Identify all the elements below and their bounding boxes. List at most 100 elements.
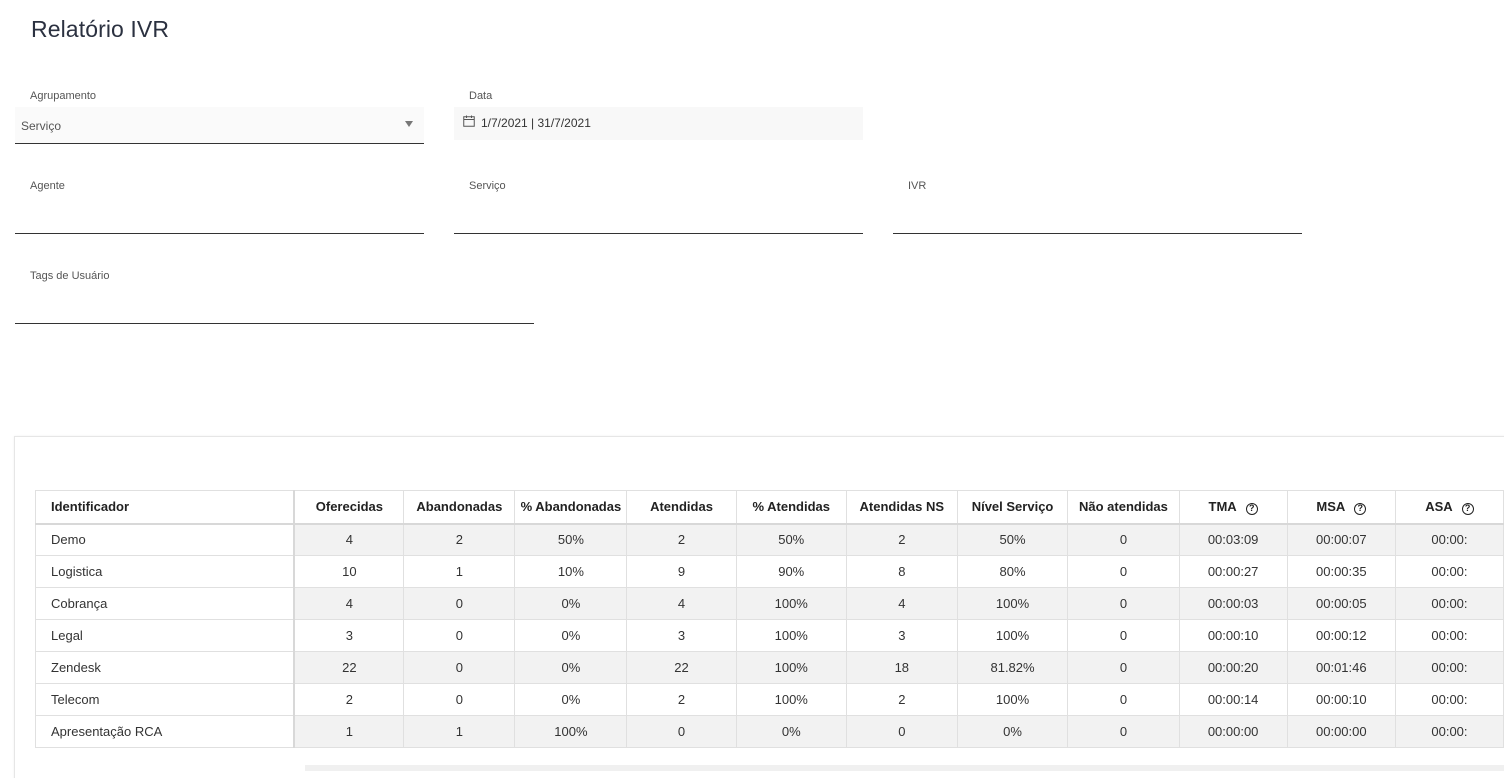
agrupamento-value: Serviço [21,119,62,133]
table-row[interactable]: Telecom 2 0 0% 2 100% 2 100% 0 00:00:14 00:00:10 00… [35,683,1504,716]
row-identificador: Logistica [35,555,296,588]
table-cell: 0 [1067,619,1180,652]
col-pct-abandonadas[interactable]: % Abandonadas [514,490,628,525]
servico-field[interactable]: Serviço [454,178,863,234]
tags-usuario-field[interactable]: Tags de Usuário [15,268,534,324]
table-cell: 00:00:00 [1286,715,1396,748]
table-cell: 4 [626,587,737,620]
table-cell: 0% [735,715,847,748]
help-icon[interactable]: ? [1354,502,1367,515]
table-cell: 18 [845,651,958,684]
table-cell: 0 [1067,715,1180,748]
table-cell: 00:00: [1394,683,1504,716]
table-cell: 2 [626,683,737,716]
table-row[interactable]: Logistica 10 1 10% 9 90% 8 80% 0 00:00:27 00:00:35… [35,555,1504,588]
table-cell: 0 [1067,683,1180,716]
table-cell: 0 [403,683,516,716]
table-cell: 00:00:14 [1178,683,1288,716]
table-cell: 3 [293,619,405,652]
agrupamento-select[interactable]: Agrupamento Serviço [15,88,424,144]
agrupamento-label: Agrupamento [30,90,97,102]
help-icon[interactable]: ? [1245,502,1258,515]
table-cell: 1 [293,715,405,748]
row-identificador: Cobrança [35,587,296,620]
table-cell: 00:00:10 [1178,619,1288,652]
table-cell: 1 [403,555,516,588]
table-cell: 8 [845,555,958,588]
col-msa-label: MSA [1316,498,1346,514]
row-identificador: Apresentação RCA [35,715,296,748]
table-cell: 0% [514,683,628,716]
table-cell: 0 [403,619,516,652]
table-cell: 00:00: [1394,715,1504,748]
page-title: Relatório IVR [31,16,170,42]
table-cell: 0% [514,651,628,684]
table-cell: 00:03:09 [1178,523,1288,556]
col-oferecidas[interactable]: Oferecidas [293,490,405,525]
table-cell: 00:00: [1394,651,1504,684]
chevron-down-icon[interactable] [405,121,413,127]
agente-field[interactable]: Agente [15,178,424,234]
table-cell: 9 [626,555,737,588]
help-icon[interactable]: ? [1461,502,1474,515]
col-nao-atendidas[interactable]: Não atendidas [1067,490,1180,525]
col-identificador[interactable]: Identificador [35,490,296,525]
row-identificador: Demo [35,523,296,556]
table-cell: 100% [735,683,847,716]
table-cell: 00:00:27 [1178,555,1288,588]
ivr-field[interactable]: IVR [893,178,1302,234]
col-pct-atendidas[interactable]: % Atendidas [735,490,847,525]
col-asa[interactable]: ASA? [1394,490,1504,525]
col-tma-label: TMA [1208,498,1237,514]
table-cell: 00:00: [1394,619,1504,652]
col-abandonadas[interactable]: Abandonadas [403,490,516,525]
table-cell: 00:00:07 [1286,523,1396,556]
table-cell: 0% [514,619,628,652]
table-cell: 0 [403,651,516,684]
row-identificador: Legal [35,619,296,652]
table-cell: 0 [1067,555,1180,588]
table-cell: 0 [1067,651,1180,684]
table-cell: 10 [293,555,405,588]
table-cell: 00:00:05 [1286,587,1396,620]
date-range-picker[interactable]: Data 1/7/2021 | 31/7/2021 [454,88,863,140]
col-atendidas-ns[interactable]: Atendidas NS [845,490,958,525]
calendar-icon [463,115,475,127]
table-cell: 4 [293,523,405,556]
table-cell: 2 [293,683,405,716]
table-cell: 0% [514,587,628,620]
ivr-report-table: Identificador Oferecidas Abandonadas % A… [35,490,1504,748]
table-cell: 3 [845,619,958,652]
tags-usuario-label: Tags de Usuário [30,270,110,282]
col-nivel-servico[interactable]: Nível Serviço [956,490,1069,525]
col-atendidas[interactable]: Atendidas [626,490,737,525]
table-cell: 100% [514,715,628,748]
table-row[interactable]: Zendesk 22 0 0% 22 100% 18 81.82% 0 00:00:20 00:01… [35,651,1504,684]
table-cell: 81.82% [956,651,1069,684]
table-cell: 4 [293,587,405,620]
horizontal-scrollbar[interactable] [305,765,1504,771]
table-row[interactable]: Apresentação RCA 1 1 100% 0 0% 0 0% 0 00:00:00 00:… [35,715,1504,748]
table-cell: 00:00: [1394,587,1504,620]
table-cell: 80% [956,555,1069,588]
table-cell: 22 [626,651,737,684]
row-identificador: Telecom [35,683,296,716]
row-identificador: Zendesk [35,651,296,684]
table-cell: 2 [626,523,737,556]
table-row[interactable]: Demo 4 2 50% 2 50% 2 50% 0 00:03:09 00:00:07 00:00: [35,523,1504,556]
col-tma[interactable]: TMA? [1178,490,1288,525]
table-cell: 00:00:35 [1286,555,1396,588]
ivr-label: IVR [908,180,927,192]
table-cell: 100% [956,587,1069,620]
table-cell: 50% [956,523,1069,556]
date-range-value: 1/7/2021 | 31/7/2021 [481,116,591,130]
table-body: Demo 4 2 50% 2 50% 2 50% 0 00:03:09 00:00:07 00:00:… [35,523,1504,748]
col-msa[interactable]: MSA? [1286,490,1396,525]
table-cell: 00:00: [1394,555,1504,588]
table-row[interactable]: Legal 3 0 0% 3 100% 3 100% 0 00:00:10 00:00:12 00:0… [35,619,1504,652]
table-cell: 00:01:46 [1286,651,1396,684]
table-cell: 0 [1067,587,1180,620]
table-row[interactable]: Cobrança 4 0 0% 4 100% 4 100% 0 00:00:03 00:00:05 0… [35,587,1504,620]
table-header-row: Identificador Oferecidas Abandonadas % A… [35,490,1504,525]
table-cell: 50% [514,523,628,556]
